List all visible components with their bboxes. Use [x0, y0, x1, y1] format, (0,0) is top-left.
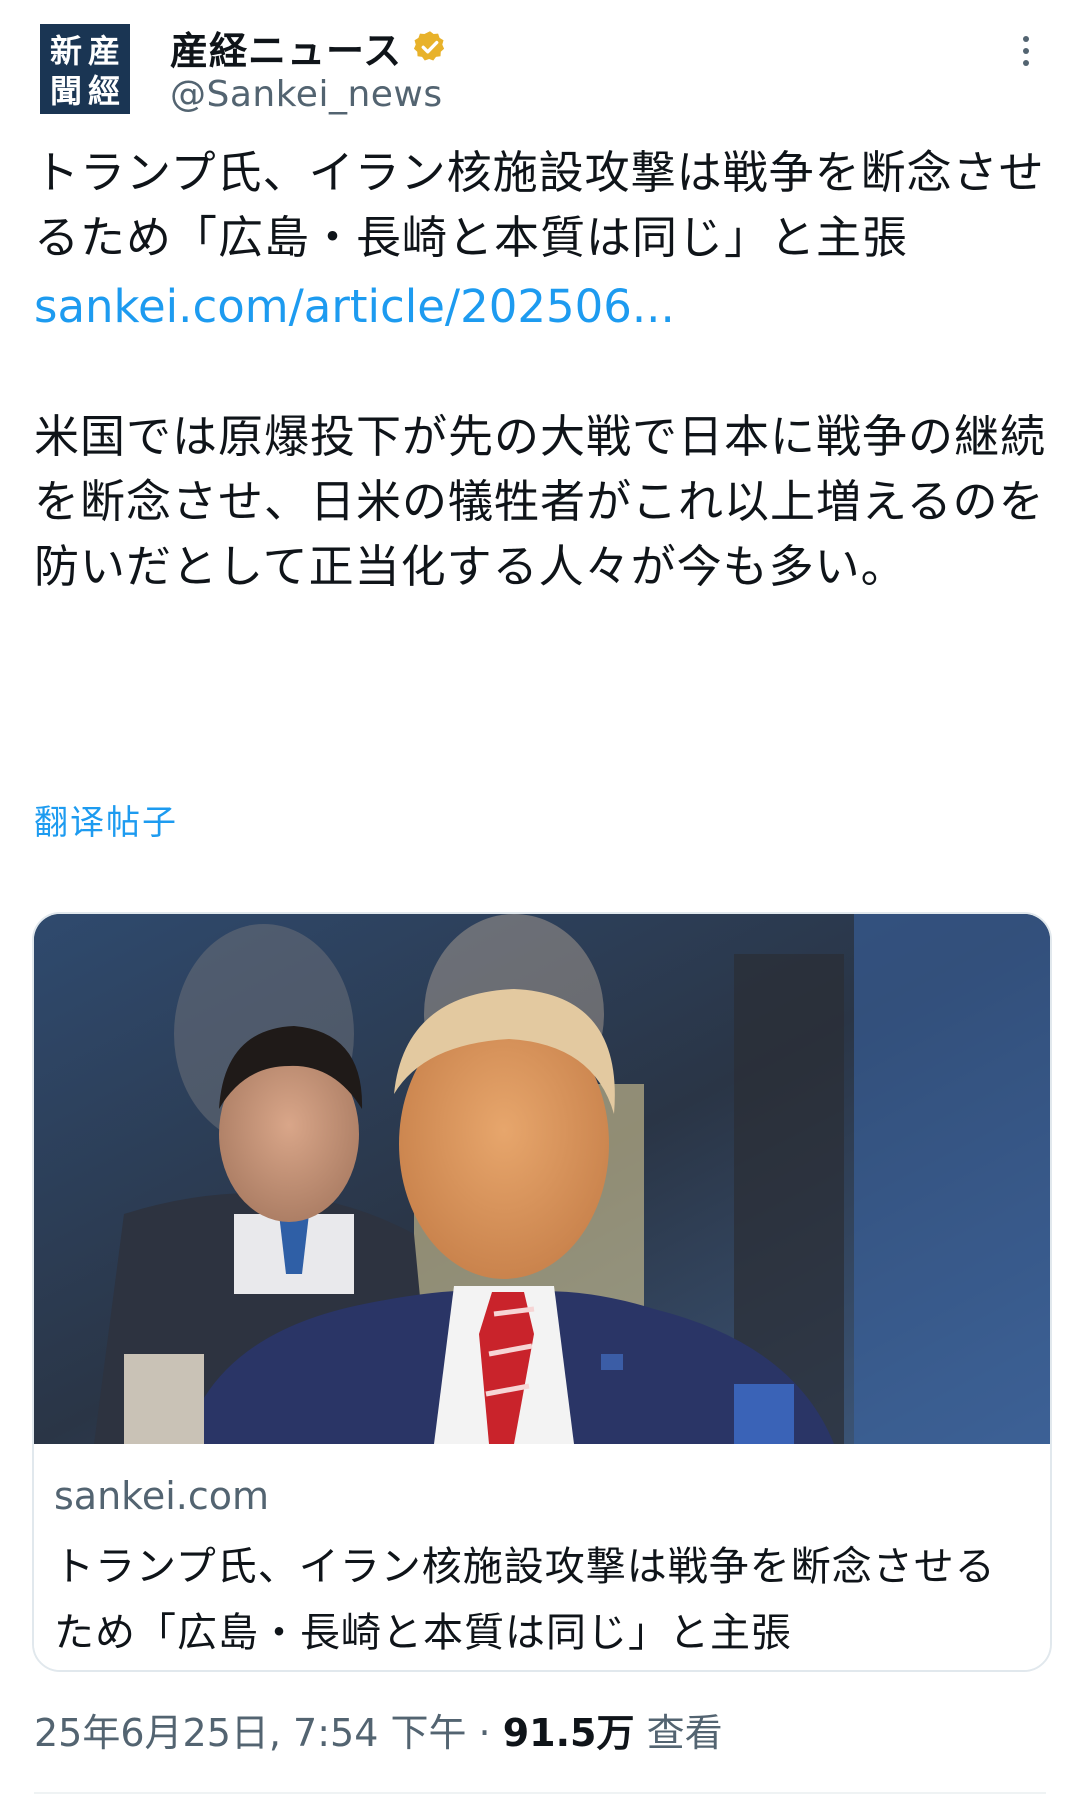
tweet-headline: トランプ氏、イラン核施設攻撃は戦争を断念させるため「広島・長崎と本質は同じ」と主… — [34, 146, 1045, 264]
link-preview-card[interactable]: sankei.com トランプ氏、イラン核施設攻撃は戦争を断念させるため「広島・… — [32, 912, 1052, 1672]
timestamp[interactable]: 25年6月25日, 7:54 下午 — [34, 1711, 466, 1755]
divider — [34, 1792, 1046, 1794]
more-options-icon[interactable] — [1014, 36, 1038, 76]
avatar-glyph: 新 — [49, 32, 82, 70]
avatar-glyph: 經 — [87, 72, 120, 110]
verified-badge-icon — [414, 31, 445, 61]
views-count: 91.5万 — [502, 1711, 635, 1755]
handle[interactable]: @Sankei_news — [170, 74, 443, 115]
card-image[interactable] — [34, 914, 1050, 1444]
card-title: トランプ氏、イラン核施設攻撃は戦争を断念させるため「広島・長崎と本質は同じ」と主… — [54, 1544, 996, 1656]
news-photo — [34, 914, 1050, 1444]
translate-post-link[interactable]: 翻译帖子 — [34, 795, 178, 844]
avatar[interactable]: 新 産 聞 經 — [40, 24, 130, 114]
avatar-glyph: 産 — [87, 32, 120, 70]
tweet-body: 米国では原爆投下が先の大戦で日本に戦争の継続を断念させ、日米の犠牲者がこれ以上増… — [34, 410, 1047, 593]
views-label: 查看 — [634, 1711, 723, 1755]
card-domain: sankei.com — [54, 1474, 269, 1518]
card-body[interactable]: sankei.com トランプ氏、イラン核施設攻撃は戦争を断念させるため「広島・… — [34, 1444, 1050, 1670]
tweet-text: トランプ氏、イラン核施設攻撃は戦争を断念させるため「広島・長崎と本質は同じ」と主… — [34, 140, 1049, 599]
meta-separator: · — [466, 1711, 503, 1755]
tweet-link[interactable]: sankei.com/article/202506... — [34, 274, 1049, 339]
display-name[interactable]: 産経ニュース — [170, 20, 402, 75]
avatar-glyph: 聞 — [49, 72, 82, 110]
tweet-header: 新 産 聞 經 産経ニュース @Sankei_news — [34, 22, 1046, 118]
display-name-row[interactable]: 産経ニュース — [170, 20, 448, 75]
tweet-meta: 25年6月25日, 7:54 下午 · 91.5万 查看 — [34, 1702, 723, 1757]
